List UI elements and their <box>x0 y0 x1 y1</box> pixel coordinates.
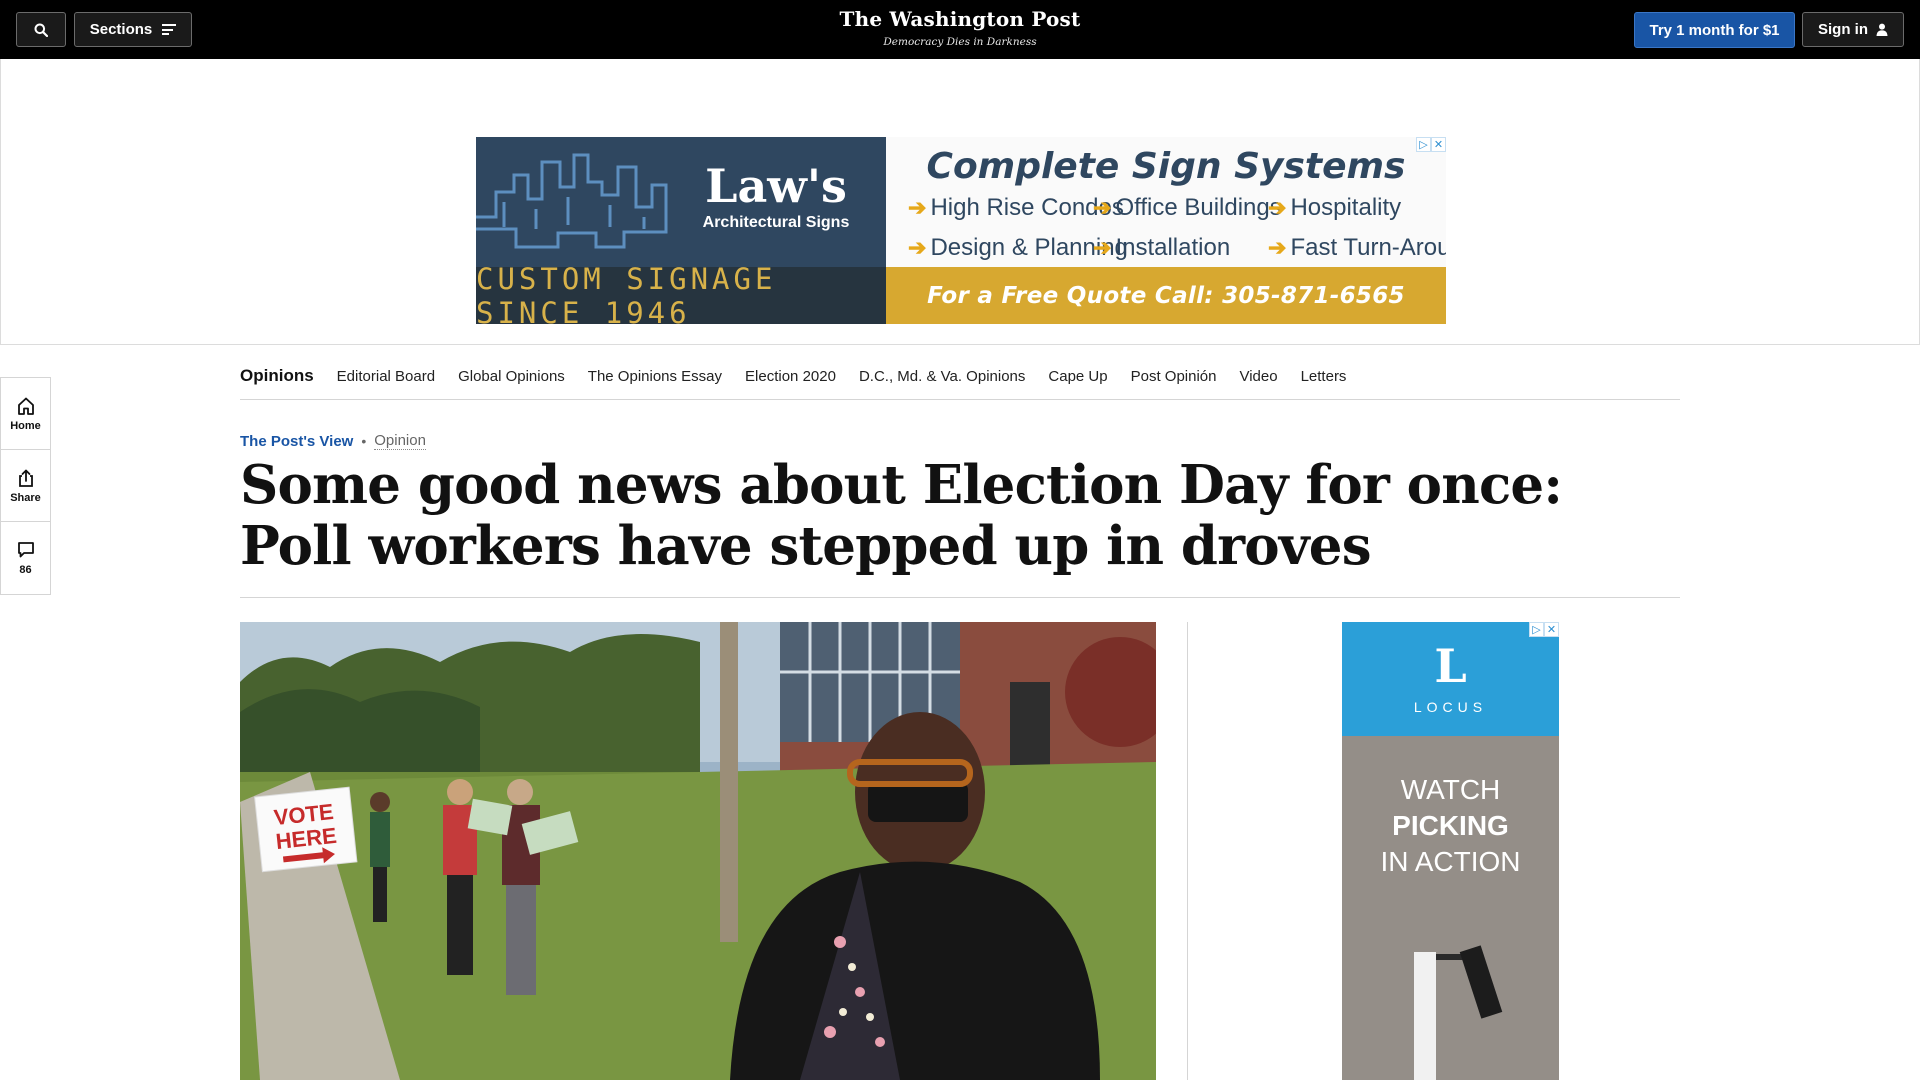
home-button[interactable]: Home <box>1 378 50 450</box>
share-label: Share <box>10 491 41 504</box>
side-ad[interactable]: L LOCUS ▷ ✕ WATCH PICKING IN ACTION <box>1342 622 1559 1080</box>
arrow-icon: ➔ <box>1093 195 1112 220</box>
comments-button[interactable]: 86 <box>1 522 50 594</box>
section-nav-link[interactable]: Editorial Board <box>337 368 435 385</box>
site-logo[interactable]: The Washington Post <box>760 6 1160 32</box>
arrow-icon: ➔ <box>1268 235 1287 260</box>
column-divider <box>1187 622 1188 1080</box>
arrow-icon: ➔ <box>908 235 927 260</box>
share-button[interactable]: Share <box>1 450 50 522</box>
robot-illustration <box>1414 945 1503 1080</box>
ad-brand-name: Law's <box>705 159 847 213</box>
home-icon <box>17 397 34 415</box>
section-nav-link[interactable]: The Opinions Essay <box>588 368 722 385</box>
user-icon <box>1876 23 1888 36</box>
top-ad-container: Law's Architectural Signs CUSTOM SIGNAGE… <box>0 59 1920 345</box>
ad-feature: ➔ Hospitality <box>1268 192 1428 224</box>
menu-icon <box>162 24 177 35</box>
article-headline: Some good news about Election Day for on… <box>240 454 1563 577</box>
photo-illustration: VOTE HERE <box>240 622 1156 1080</box>
ad-quote-strip: For a Free Quote Call: 305-871-6565 <box>886 267 1446 324</box>
ad-brand-panel: Law's Architectural Signs CUSTOM SIGNAGE… <box>476 137 886 324</box>
article-kicker: The Post's View • Opinion <box>240 432 426 450</box>
ad-feature: ➔ Office Buildings <box>1093 192 1282 224</box>
top-header: Sections The Washington Post Democracy D… <box>0 0 1920 59</box>
ad-since-strip: CUSTOM SIGNAGE SINCE 1946 <box>476 262 886 324</box>
section-nav-link[interactable]: Global Opinions <box>458 368 565 385</box>
search-button[interactable] <box>16 12 66 47</box>
close-icon[interactable]: ✕ <box>1431 137 1446 152</box>
ad-brand-subtitle: Architectural Signs <box>702 214 850 231</box>
ad-feature: ➔Fast Turn-Around <box>1268 232 1446 264</box>
section-nav-link[interactable]: Post Opinión <box>1131 368 1217 385</box>
sign-in-button[interactable]: Sign in <box>1802 12 1904 47</box>
section-nav-link[interactable]: Election 2020 <box>745 368 836 385</box>
adchoices-icon[interactable]: ▷ <box>1416 137 1431 152</box>
section-nav-link[interactable]: D.C., Md. & Va. Opinions <box>859 368 1025 385</box>
search-icon <box>34 23 48 37</box>
section-nav-link[interactable]: Cape Up <box>1048 368 1107 385</box>
section-nav-link[interactable]: Video <box>1239 368 1277 385</box>
kicker-label[interactable]: The Post's View <box>240 433 353 450</box>
arrow-icon: ➔ <box>908 195 927 220</box>
ad-feature: ➔ High Rise Condos <box>908 192 1124 224</box>
section-label[interactable]: Opinion <box>374 432 426 450</box>
sign-in-label: Sign in <box>1818 21 1868 38</box>
adchoices-badge[interactable]: ▷ ✕ <box>1416 137 1446 152</box>
ad-feature-list: ➔ High Rise Condos ➔ Office Buildings ➔ Hos… <box>908 192 1446 264</box>
subscribe-button[interactable]: Try 1 month for $1 <box>1634 12 1795 48</box>
masthead[interactable]: The Washington Post Democracy Dies in Da… <box>760 6 1160 49</box>
arrow-icon: ➔ <box>1268 195 1287 220</box>
sections-button[interactable]: Sections <box>74 12 192 47</box>
lead-photo[interactable]: VOTE HERE <box>240 622 1156 1080</box>
home-label: Home <box>10 419 41 432</box>
share-icon <box>18 469 33 487</box>
section-nav: Opinions Editorial Board Global Opinions… <box>240 353 1680 400</box>
comment-icon <box>17 542 34 558</box>
ad-headline: Complete Sign Systems <box>926 146 1406 187</box>
kicker-separator: • <box>361 433 367 449</box>
section-nav-link[interactable]: Letters <box>1301 368 1347 385</box>
ad-offer-panel: Complete Sign Systems ➔ High Rise Condos … <box>886 137 1446 324</box>
comments-count: 86 <box>19 564 32 576</box>
ad-feature: ➔ Design & Planning <box>908 232 1128 264</box>
site-tagline: Democracy Dies in Darkness <box>883 36 1037 48</box>
arrow-icon: ➔ <box>1093 235 1112 260</box>
ad-feature: ➔ Installation <box>1093 232 1268 264</box>
section-nav-title[interactable]: Opinions <box>240 366 314 386</box>
top-ad-banner[interactable]: Law's Architectural Signs CUSTOM SIGNAGE… <box>476 137 1446 324</box>
sections-label: Sections <box>89 21 153 38</box>
left-action-rail: Home Share 86 <box>0 377 51 595</box>
ad-brand: Law's Architectural Signs <box>671 159 881 233</box>
headline-divider <box>240 597 1680 598</box>
